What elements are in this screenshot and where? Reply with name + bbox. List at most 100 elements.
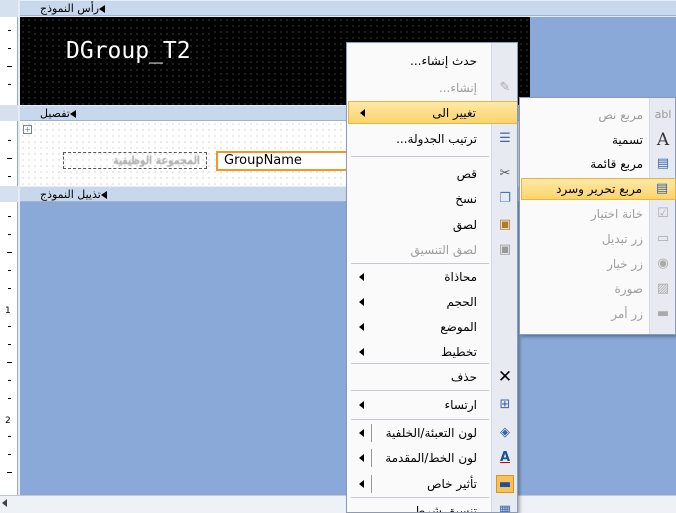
menu-separator: [351, 497, 489, 498]
menu-item-label: لون الخط/المقدمة: [385, 451, 477, 465]
menu-item-font-color[interactable]: A لون الخط/المقدمة: [348, 446, 517, 470]
scroll-left-icon[interactable]: [2, 499, 7, 507]
menu-item-size[interactable]: الحجم: [348, 290, 517, 314]
text-box-icon: abl: [654, 108, 672, 121]
submenu-arrow-icon: [360, 108, 365, 117]
menu-item-label: حدث إنشاء...: [410, 54, 477, 68]
ruler-tick: [8, 234, 11, 235]
fill-color-icon: ◈: [500, 425, 510, 440]
submenu-item-list-box[interactable]: ▤ مربع قائمة: [521, 153, 676, 175]
submenu-item-image[interactable]: ▨ صورة: [521, 278, 676, 300]
split-separator: [371, 424, 372, 442]
menu-separator: [351, 263, 489, 264]
menu-item-label: تأثير خاص: [427, 477, 477, 491]
submenu-item-option-button[interactable]: ◉ زر خيار: [521, 253, 676, 275]
ruler-tick: [7, 158, 12, 159]
context-menu: حدث إنشاء... ✎ إنشاء... تغيير الى ☰ ترتي…: [346, 42, 518, 513]
ruler-tick: [8, 30, 11, 31]
submenu-item-text-box[interactable]: abl مربع نص: [521, 104, 676, 126]
submenu-item-toggle-button[interactable]: ▭ زر تبديل: [521, 228, 676, 250]
ruler-tick: [8, 270, 11, 271]
title-control[interactable]: DGroup_T2: [32, 25, 212, 88]
menu-item-build[interactable]: ✎ إنشاء...: [348, 76, 517, 100]
ruler-tick: [8, 326, 11, 327]
group-label[interactable]: المجموعة الوظيفية: [63, 152, 207, 169]
ruler-tick: [8, 398, 11, 399]
group-name-field[interactable]: GroupName: [216, 151, 348, 171]
conditional-format-icon: ▦: [498, 503, 512, 513]
menu-item-special-effect[interactable]: ▬ تأثير خاص: [348, 472, 517, 496]
design-area-background: [530, 17, 676, 105]
split-separator: [371, 475, 372, 493]
menu-item-conditional-format[interactable]: ▦ تنسيق شرطي...: [348, 499, 517, 513]
menu-item-label: تخطيط: [441, 345, 477, 359]
footer-text: تذييل النموذج: [40, 188, 101, 201]
submenu-item-label: زر أمر: [611, 307, 643, 321]
menu-separator: [351, 390, 489, 391]
ruler-number: 1: [5, 306, 11, 316]
form-header-text: رأس النموذج: [40, 2, 100, 15]
horizontal-scrollbar[interactable]: [0, 495, 676, 513]
ruler-tick: [7, 472, 12, 473]
anchor-icon: ⊞: [499, 397, 511, 412]
menu-item-delete[interactable]: ✕ حذف: [348, 365, 517, 389]
menu-item-label: تنسيق شرطي...: [394, 504, 477, 513]
menu-item-paste[interactable]: ▣ لصق: [348, 213, 517, 237]
submenu-arrow-icon: [359, 298, 364, 306]
toggle-button-icon: ▭: [656, 231, 670, 246]
menu-separator: [351, 363, 489, 364]
option-button-icon: ◉: [657, 256, 669, 271]
vertical-ruler[interactable]: 1 2: [0, 0, 18, 495]
ruler-tick: [8, 216, 11, 217]
ruler-tick: [8, 140, 11, 141]
submenu-item-checkbox[interactable]: ☑ خانة اختيار: [521, 203, 676, 225]
form-header-label: رأس النموذج: [40, 2, 108, 15]
ruler-tick: [8, 288, 11, 289]
submenu-item-label: مربع تحرير وسرد: [556, 182, 642, 196]
ruler-tick: [8, 48, 11, 49]
submenu-item-label: زر خيار: [607, 257, 643, 271]
menu-item-fill-color[interactable]: ◈ لون التعبئة/الخلفية: [348, 421, 517, 445]
menu-item-label: ترتيب الجدولة...: [396, 132, 477, 146]
section-arrow-icon: [99, 5, 106, 13]
image-icon: ▨: [656, 281, 670, 296]
menu-item-position[interactable]: الموضع: [348, 315, 517, 339]
submenu-item-command-button[interactable]: ▬ زر أمر: [521, 303, 676, 325]
submenu-item-combo-box[interactable]: ▤ مربع تحرير وسرد: [521, 178, 676, 200]
submenu-arrow-icon: [359, 429, 364, 437]
menu-item-label: لون التعبئة/الخلفية: [385, 426, 477, 440]
form-header-bar[interactable]: رأس النموذج: [20, 0, 676, 16]
ruler-tick: [8, 380, 11, 381]
menu-item-change-to[interactable]: تغيير الى: [348, 101, 517, 124]
checkbox-icon: ☑: [657, 206, 669, 221]
label-a-icon: A: [656, 130, 670, 150]
submenu-arrow-icon: [359, 480, 364, 488]
combo-box-icon: ▤: [655, 181, 669, 196]
detail-label-wrap: تفصيل: [40, 107, 79, 120]
footer-label-wrap: تذييل النموذج: [40, 188, 110, 201]
ruler-band-detail: [0, 105, 18, 121]
menu-separator: [351, 419, 489, 420]
menu-item-anchor[interactable]: ⊞ ارتساء: [348, 393, 517, 417]
move-handle-icon[interactable]: +: [23, 125, 32, 134]
menu-item-align[interactable]: محاذاة: [348, 265, 517, 289]
menu-item-copy[interactable]: ❐ نسخ: [348, 187, 517, 211]
paste-icon: ▣: [498, 217, 512, 232]
tab-order-icon: ☰: [499, 131, 511, 146]
menu-item-event-builder[interactable]: حدث إنشاء...: [348, 49, 517, 73]
submenu-item-label: خانة اختيار: [590, 207, 643, 221]
ruler-tick: [8, 436, 11, 437]
change-to-submenu: abl مربع نص A تسمية ▤ مربع قائمة ▤ مربع …: [519, 97, 676, 335]
menu-item-tab-order[interactable]: ☰ ترتيب الجدولة...: [348, 127, 517, 151]
ruler-tick: [7, 66, 12, 67]
menu-item-layout[interactable]: تخطيط: [348, 340, 517, 364]
menu-item-label: إنشاء...: [438, 81, 477, 95]
special-effect-icon: ▬: [496, 475, 514, 493]
ruler-tick: [8, 84, 11, 85]
submenu-item-label[interactable]: A تسمية: [521, 129, 676, 151]
list-box-icon: ▤: [656, 156, 670, 171]
menu-item-paste-format[interactable]: ▣ لصق التنسيق: [348, 238, 517, 262]
ruler-tick: [8, 344, 11, 345]
copy-icon: ❐: [499, 191, 511, 206]
menu-item-cut[interactable]: ✂ قص: [348, 162, 517, 186]
